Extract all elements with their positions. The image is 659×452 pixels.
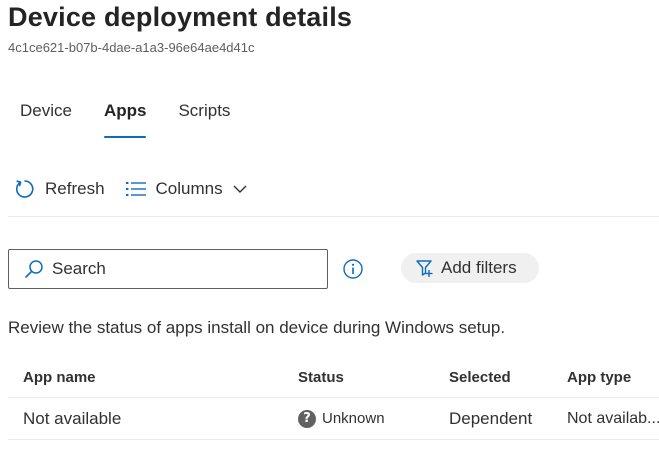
status-cell: ? Unknown — [298, 409, 438, 428]
column-header-status[interactable]: Status — [298, 369, 438, 386]
table-row[interactable]: Not available ? Unknown Dependent Not av… — [8, 398, 659, 440]
tab-device[interactable]: Device — [20, 100, 72, 138]
refresh-button[interactable]: Refresh — [14, 178, 105, 200]
toolbar-divider — [8, 216, 659, 217]
tab-apps[interactable]: Apps — [103, 100, 146, 138]
table-header-row: App name Status Selected App type — [8, 358, 659, 398]
app-name-cell: Not available — [23, 408, 122, 428]
tab-bar: Device Apps Scripts — [20, 100, 262, 140]
column-header-app-type[interactable]: App type — [567, 369, 659, 386]
search-box[interactable] — [8, 249, 328, 289]
chevron-down-icon — [233, 185, 247, 193]
search-icon — [25, 260, 43, 278]
command-bar: Refresh Columns — [14, 176, 267, 202]
info-icon[interactable] — [342, 258, 364, 280]
question-circle-icon: ? — [298, 409, 316, 428]
refresh-icon — [15, 180, 34, 198]
column-header-app-name[interactable]: App name — [23, 369, 283, 386]
refresh-label: Refresh — [45, 179, 105, 198]
add-filters-button[interactable]: Add filters — [401, 253, 539, 283]
columns-label: Columns — [155, 179, 223, 198]
status-text: Unknown — [322, 410, 385, 427]
page-title: Device deployment details — [8, 2, 353, 32]
tab-scripts[interactable]: Scripts — [178, 100, 230, 138]
filter-add-icon — [416, 260, 433, 277]
columns-list-icon — [125, 182, 146, 196]
selected-cell: Dependent — [449, 408, 533, 428]
search-input[interactable] — [52, 259, 302, 279]
apps-table: App name Status Selected App type Not av… — [8, 358, 659, 440]
column-header-selected[interactable]: Selected — [449, 369, 559, 386]
page-description: Review the status of apps install on dev… — [8, 318, 506, 337]
app-type-cell: Not availab... — [567, 409, 659, 427]
add-filters-label: Add filters — [441, 258, 517, 277]
deployment-id: 4c1ce621-b07b-4dae-a1a3-96e64ae4d41c — [8, 40, 255, 55]
columns-button[interactable]: Columns — [125, 179, 247, 199]
